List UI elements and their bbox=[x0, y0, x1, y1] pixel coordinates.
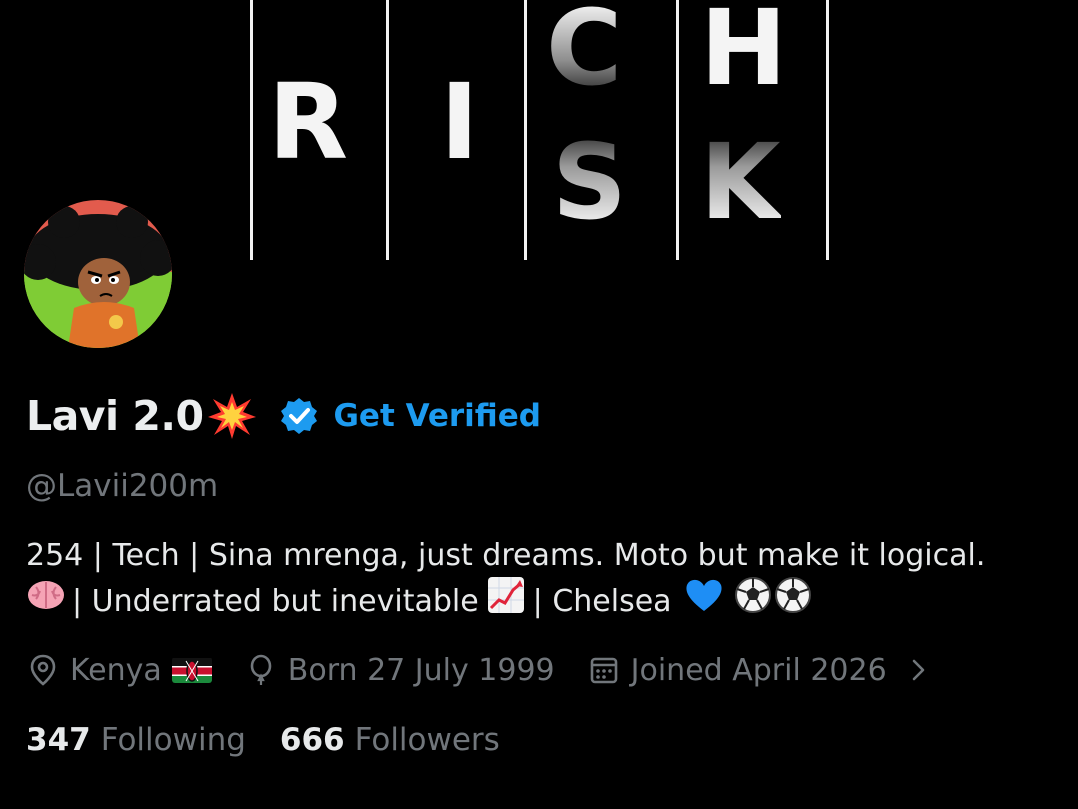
birthdate-text: Born 27 July 1999 bbox=[287, 652, 555, 688]
location: Kenya bbox=[26, 653, 212, 688]
kenya-flag-icon bbox=[171, 657, 212, 683]
banner-letter: C bbox=[546, 0, 622, 100]
location-pin-icon bbox=[30, 654, 56, 686]
calendar-icon bbox=[590, 657, 617, 684]
soccer-ball-emoji-icon bbox=[734, 576, 772, 628]
banner-letter: K bbox=[700, 121, 781, 243]
location-text: Kenya bbox=[70, 652, 162, 688]
follow-stats: 347 Following 666 Followers bbox=[26, 716, 500, 764]
following-link[interactable]: 347 Following bbox=[26, 722, 246, 758]
soccer-ball-emoji-icon bbox=[774, 576, 812, 628]
following-label: Following bbox=[100, 722, 246, 758]
collision-emoji-icon bbox=[207, 391, 257, 441]
avatar-image bbox=[24, 200, 172, 348]
bio-line: | Underrated but inevitable | Chelsea bbox=[26, 576, 1066, 628]
display-name: Lavi 2.0 bbox=[26, 392, 204, 440]
user-handle: @Lavii200m bbox=[26, 468, 219, 504]
profile-name-row: Lavi 2.0 Get Verified bbox=[26, 388, 541, 444]
joined-date[interactable]: Joined April 2026 bbox=[587, 653, 931, 688]
profile-bio: 254 | Tech | Sina mrenga, just dreams. M… bbox=[26, 533, 1066, 625]
chart-increasing-emoji-icon bbox=[487, 576, 525, 628]
banner-letter: R bbox=[268, 61, 349, 183]
banner-divider bbox=[386, 0, 389, 260]
verified-badge-icon bbox=[281, 398, 318, 434]
banner-letter: I bbox=[440, 61, 479, 183]
followers-link[interactable]: 666 Followers bbox=[280, 722, 500, 758]
get-verified-label: Get Verified bbox=[333, 398, 541, 434]
banner-letter: H bbox=[700, 0, 788, 109]
brain-emoji-icon bbox=[26, 577, 66, 627]
banner-letter: S bbox=[552, 121, 627, 243]
blue-heart-emoji-icon bbox=[684, 577, 724, 627]
banner-divider bbox=[524, 0, 527, 260]
banner-divider bbox=[826, 0, 829, 260]
bio-text: | Underrated but inevitable bbox=[72, 584, 479, 619]
get-verified-button[interactable]: Get Verified bbox=[279, 396, 541, 436]
following-count: 347 bbox=[26, 722, 91, 758]
bio-line: 254 | Tech | Sina mrenga, just dreams. M… bbox=[26, 533, 1066, 579]
balloon-icon bbox=[250, 654, 272, 685]
bio-text: | Chelsea bbox=[532, 584, 672, 619]
avatar[interactable] bbox=[20, 196, 176, 352]
profile-meta: Kenya Born 27 July 1999 Joined April 202… bbox=[26, 646, 931, 694]
chevron-right-icon[interactable] bbox=[905, 657, 931, 683]
joined-text: Joined April 2026 bbox=[630, 652, 887, 688]
birthdate: Born 27 July 1999 bbox=[244, 653, 555, 688]
banner-divider bbox=[676, 0, 679, 260]
banner-divider bbox=[250, 0, 253, 260]
bio-text: 254 | Tech | Sina mrenga, just dreams. M… bbox=[26, 538, 986, 573]
followers-count: 666 bbox=[279, 722, 345, 758]
followers-label: Followers bbox=[354, 722, 500, 758]
